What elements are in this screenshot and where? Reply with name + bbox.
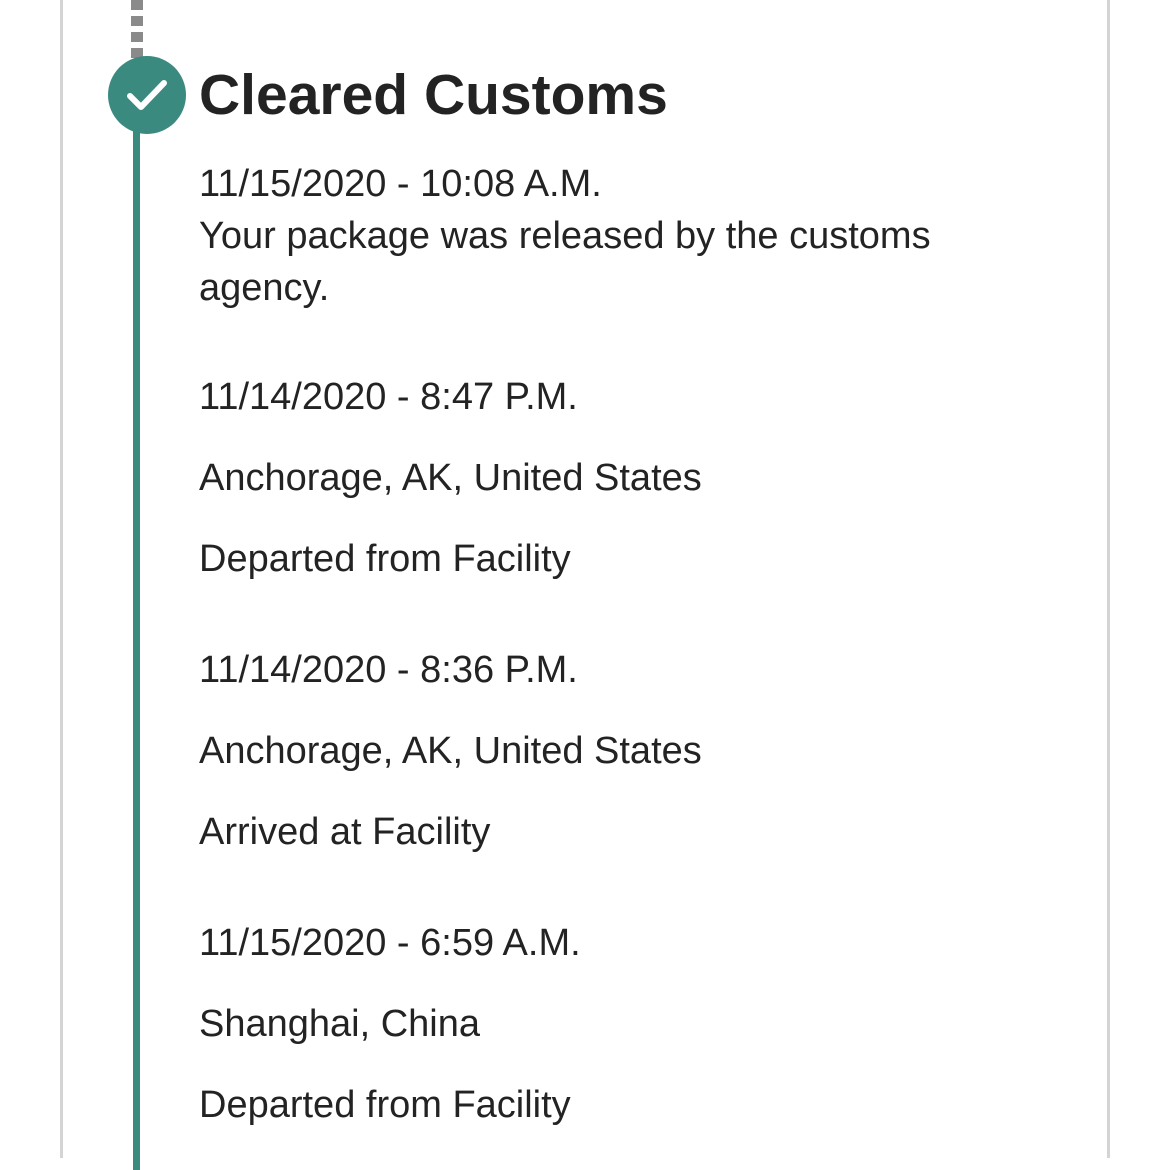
event-location: Anchorage, AK, United States [199,457,702,499]
tracking-event: 11/15/2020 - 10:08 A.M. Your package was… [199,158,1049,314]
event-datetime: 11/15/2020 - 10:08 A.M. [199,163,602,205]
tracking-timeline-panel: Cleared Customs 11/15/2020 - 10:08 A.M. … [0,0,1170,1170]
timeline-dotted-connector [131,0,143,60]
tracking-event: 11/15/2020 - 6:59 A.M. Shanghai, China D… [199,917,581,1131]
status-title: Cleared Customs [199,63,668,127]
event-description: Your package was released by the customs… [199,215,931,309]
event-datetime: 11/15/2020 - 6:59 A.M. [199,922,581,964]
event-description: Arrived at Facility [199,811,491,853]
panel-left-border [60,0,63,1158]
event-datetime: 11/14/2020 - 8:47 P.M. [199,376,578,418]
event-description: Departed from Facility [199,538,571,580]
timeline-line [133,110,140,1170]
event-description: Departed from Facility [199,1084,571,1126]
event-datetime: 11/14/2020 - 8:36 P.M. [199,649,578,691]
tracking-event: 11/14/2020 - 8:36 P.M. Anchorage, AK, Un… [199,644,702,858]
event-location: Anchorage, AK, United States [199,730,702,772]
event-location: Shanghai, China [199,1003,480,1045]
panel-right-border [1107,0,1110,1158]
check-icon [108,56,186,134]
tracking-event: 11/14/2020 - 8:47 P.M. Anchorage, AK, Un… [199,371,702,585]
